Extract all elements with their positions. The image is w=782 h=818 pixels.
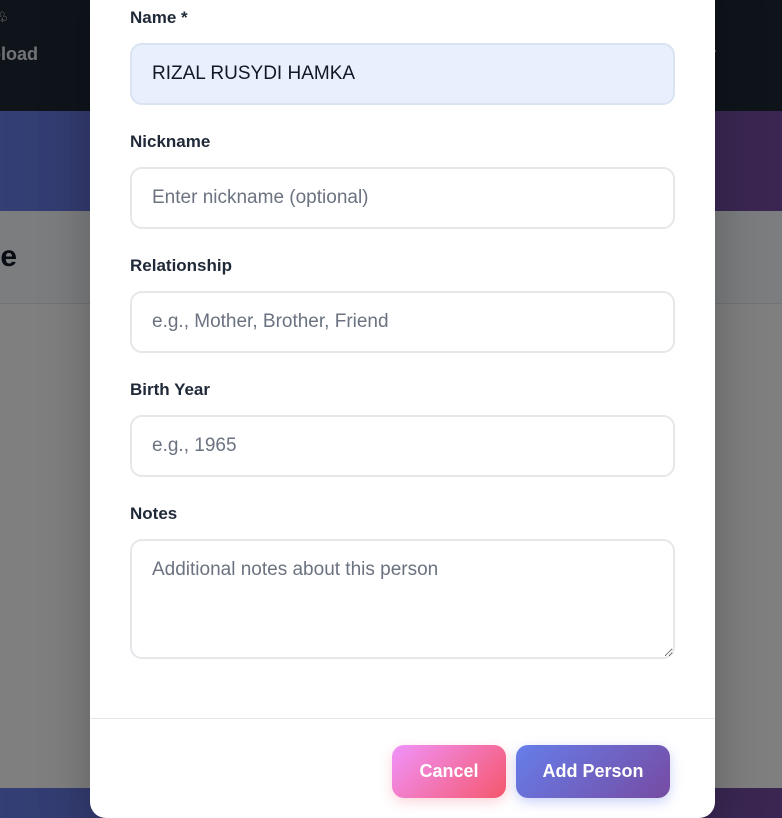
relationship-input[interactable] [130,291,675,353]
add-person-modal: Name * Nickname Relationship Birth Year … [90,0,715,818]
birth-year-label: Birth Year [130,380,211,399]
notes-label: Notes [130,504,178,523]
notes-textarea[interactable] [130,539,675,659]
birth-year-input[interactable] [130,415,675,477]
name-label: Name * [130,8,188,27]
relationship-label: Relationship [130,256,233,275]
nickname-label: Nickname [130,132,211,151]
modal-footer-divider [90,718,715,719]
cancel-button[interactable]: Cancel [392,745,506,798]
add-person-button[interactable]: Add Person [516,745,670,798]
nickname-input[interactable] [130,167,675,229]
name-input[interactable] [130,43,675,105]
